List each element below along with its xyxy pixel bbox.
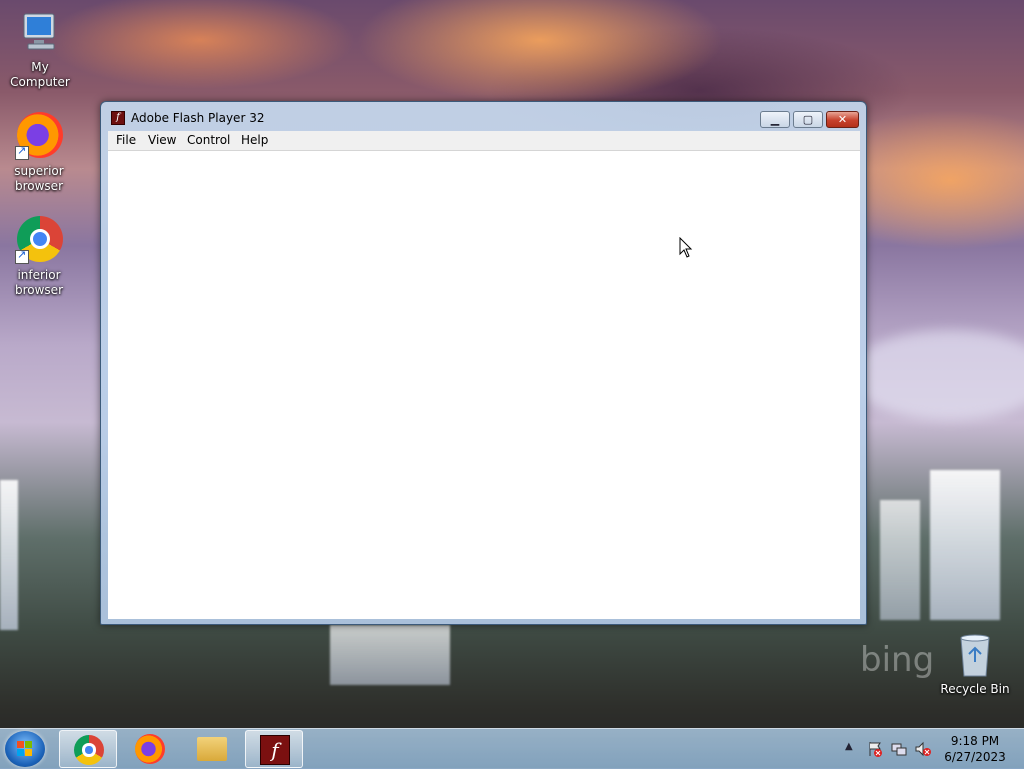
desktop-icon-recycle-bin[interactable]: Recycle Bin xyxy=(935,632,1015,697)
menu-control[interactable]: Control xyxy=(187,133,230,147)
shortcut-arrow-icon xyxy=(15,248,29,264)
flash-player-window: f Adobe Flash Player 32 ▁ ▢ ✕ File View … xyxy=(100,101,867,625)
computer-icon xyxy=(16,8,64,56)
desktop-icon-my-computer[interactable]: My Computer xyxy=(0,8,80,90)
show-hidden-icons-icon[interactable]: ▲ xyxy=(845,741,857,755)
window-titlebar[interactable]: f Adobe Flash Player 32 ▁ ▢ ✕ xyxy=(109,108,859,130)
recycle-bin-icon xyxy=(955,632,995,678)
taskbar-firefox-button[interactable] xyxy=(121,730,179,768)
wallpaper-waterfall xyxy=(330,625,450,685)
chrome-icon xyxy=(74,735,104,765)
shortcut-arrow-icon xyxy=(15,144,29,160)
flash-content-area[interactable] xyxy=(108,151,860,619)
taskbar: f ▲ 9:18 PM 6/27/2023 xyxy=(0,728,1024,769)
start-button[interactable] xyxy=(5,731,45,767)
wallpaper-waterfall xyxy=(880,500,920,620)
desktop-icon-label: inferior browser xyxy=(14,268,63,297)
folder-icon xyxy=(197,737,227,761)
clock-date: 6/27/2023 xyxy=(944,750,1006,764)
close-button[interactable]: ✕ xyxy=(826,111,859,128)
firefox-icon xyxy=(15,112,63,160)
maximize-button[interactable]: ▢ xyxy=(793,111,823,128)
desktop-icon-inferior-browser[interactable]: inferior browser xyxy=(0,216,79,298)
desktop-icon-label: superior browser xyxy=(14,164,64,193)
menu-help[interactable]: Help xyxy=(241,133,268,147)
menu-bar: File View Control Help xyxy=(108,131,860,151)
menu-view[interactable]: View xyxy=(148,133,176,147)
flash-icon: f xyxy=(111,111,125,125)
volume-muted-icon[interactable] xyxy=(915,741,931,757)
maximize-icon: ▢ xyxy=(802,113,814,126)
wallpaper-waterfall xyxy=(930,470,1000,620)
windows-logo-icon xyxy=(17,741,33,757)
firefox-icon xyxy=(135,734,165,764)
desktop-icon-label: My Computer xyxy=(10,60,70,89)
desktop-icon-superior-browser[interactable]: superior browser xyxy=(0,112,79,194)
window-title: Adobe Flash Player 32 xyxy=(131,111,265,125)
taskbar-flash-player-button[interactable]: f xyxy=(245,730,303,768)
chrome-icon xyxy=(15,216,63,264)
menu-file[interactable]: File xyxy=(116,133,136,147)
desktop-icon-label: Recycle Bin xyxy=(940,682,1010,696)
wallpaper-mist xyxy=(850,330,1024,420)
action-center-icon[interactable] xyxy=(867,741,883,757)
minimize-button[interactable]: ▁ xyxy=(760,111,790,128)
taskbar-chrome-button[interactable] xyxy=(59,730,117,768)
flash-icon: f xyxy=(260,735,290,765)
network-icon[interactable] xyxy=(891,741,907,757)
clock-time: 9:18 PM xyxy=(950,734,1000,748)
bing-watermark: bing xyxy=(860,640,935,680)
taskbar-explorer-button[interactable] xyxy=(183,730,241,768)
close-icon: ✕ xyxy=(837,113,848,126)
system-clock[interactable]: 9:18 PM 6/27/2023 xyxy=(935,733,1015,765)
minimize-icon: ▁ xyxy=(770,113,780,126)
wallpaper-waterfall xyxy=(0,480,18,630)
